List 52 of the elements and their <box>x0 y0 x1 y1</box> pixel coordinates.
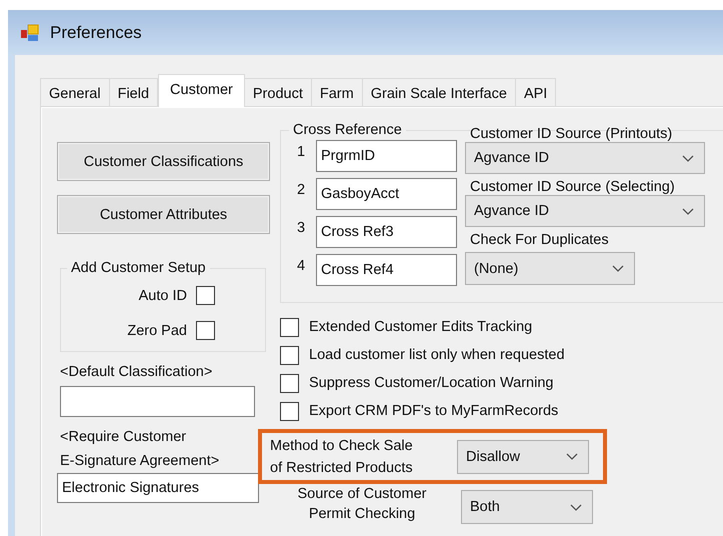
field-label: Source of Customer Permit Checking <box>296 485 428 524</box>
option-label: Auto ID <box>138 288 187 304</box>
app-icon <box>20 24 40 42</box>
option-label: Load customer list only when requested <box>309 347 565 363</box>
chevron-icon <box>570 504 582 510</box>
row-number: 1 <box>297 143 306 160</box>
input-field[interactable]: Cross Ref4 <box>316 254 457 286</box>
option-label: Export CRM PDF's to MyFarmRecords <box>309 403 558 419</box>
checkbox[interactable] <box>280 346 299 364</box>
input-field[interactable]: Electronic Signatures <box>57 473 259 503</box>
customer-button[interactable]: Customer Attributes <box>57 195 270 234</box>
option-label: Suppress Customer/Location Warning <box>309 375 554 391</box>
chevron-icon <box>612 265 624 272</box>
field-label: <Default Classification> <box>60 364 214 380</box>
tab[interactable]: API <box>516 78 556 106</box>
group-title: Cross Reference <box>292 122 403 138</box>
tab[interactable]: General <box>40 78 110 106</box>
dropdown[interactable]: Agvance ID <box>465 195 705 227</box>
input-field[interactable]: PrgrmID <box>316 140 457 172</box>
checkbox[interactable] <box>280 318 299 336</box>
chevron-icon <box>566 453 578 460</box>
dropdown[interactable]: Both <box>461 490 593 524</box>
window-title: Preferences <box>50 22 142 42</box>
input-field[interactable] <box>60 386 255 417</box>
dropdown[interactable]: (None) <box>465 252 635 285</box>
chevron-icon <box>682 208 694 214</box>
option-label: Zero Pad <box>127 322 187 338</box>
checkbox[interactable] <box>196 286 215 305</box>
row-number: 2 <box>297 181 306 198</box>
input-field[interactable]: GasboyAcct <box>316 178 457 210</box>
field-label: Check For Duplicates <box>469 231 610 248</box>
field-label: <Require Customer E-Signature Agreement> <box>60 428 220 471</box>
dropdown[interactable]: Disallow <box>457 440 589 474</box>
tab[interactable]: Farm <box>312 78 363 106</box>
row-number: 3 <box>297 219 306 236</box>
customer-button[interactable]: Customer Classifications <box>57 142 270 181</box>
field-label: Method to Check Sale of Restricted Products <box>270 436 414 478</box>
field-label: Customer ID Source (Selecting) <box>469 178 676 195</box>
tab[interactable]: Grain Scale Interface <box>362 78 516 106</box>
checkbox[interactable] <box>280 402 299 420</box>
chevron-icon <box>682 154 694 162</box>
dropdown[interactable]: Agvance ID <box>465 142 705 174</box>
input-field[interactable]: Cross Ref3 <box>316 216 457 248</box>
tab[interactable]: Customer <box>158 74 245 107</box>
tab[interactable]: Field <box>110 78 158 106</box>
tab[interactable]: Product <box>244 78 312 106</box>
checkbox[interactable] <box>280 374 299 392</box>
checkbox[interactable] <box>196 321 215 340</box>
row-number: 4 <box>297 257 306 274</box>
field-label: Customer ID Source (Printouts) <box>469 125 674 142</box>
option-label: Extended Customer Edits Tracking <box>309 319 532 335</box>
group-title: Add Customer Setup <box>70 260 207 276</box>
